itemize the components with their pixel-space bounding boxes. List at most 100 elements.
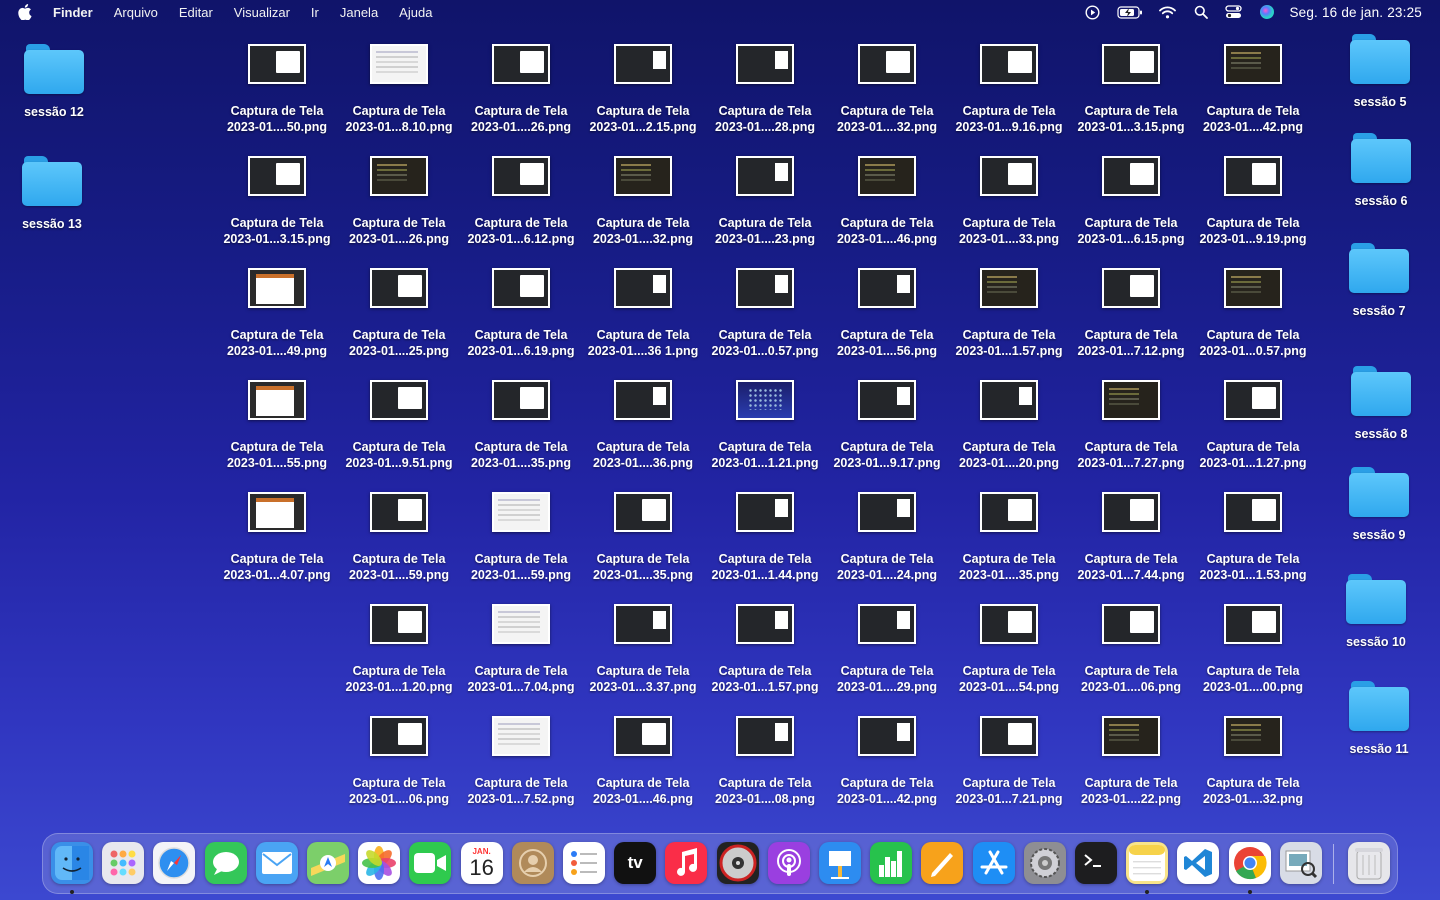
screenshot-file[interactable]: Captura de Tela 2023-01....24.png (826, 492, 948, 583)
screenshot-file[interactable]: Captura de Tela 2023-01....54.png (948, 604, 1070, 695)
screenshot-file[interactable]: Captura de Tela 2023-01....50.png (216, 44, 338, 135)
control-center-icon[interactable] (1225, 4, 1243, 20)
screenshot-file[interactable]: Captura de Tela 2023-01...1.21.png (704, 380, 826, 471)
photos-icon[interactable] (358, 842, 401, 884)
messages-icon[interactable] (204, 842, 247, 884)
screenshot-file[interactable]: Captura de Tela 2023-01....29.png (826, 604, 948, 695)
screenshot-file[interactable]: Captura de Tela 2023-01....33.png (948, 156, 1070, 247)
screenshot-file[interactable]: Captura de Tela 2023-01....26.png (338, 156, 460, 247)
screenshot-file[interactable]: Captura de Tela 2023-01....36.png (582, 380, 704, 471)
mail-icon[interactable] (255, 842, 298, 884)
screenshot-file[interactable]: Captura de Tela 2023-01...1.20.png (338, 604, 460, 695)
apple-menu-icon[interactable] (18, 3, 36, 21)
screenshot-file[interactable]: Captura de Tela 2023-01....22.png (1070, 716, 1192, 807)
menu-ir[interactable]: Ir (311, 5, 319, 20)
app-store-icon[interactable] (972, 842, 1015, 884)
desktop-folder[interactable]: sessão 8 (1331, 366, 1431, 441)
apple-tv-icon[interactable]: tv (614, 842, 657, 884)
menu-bar-clock[interactable]: Seg. 16 de jan. 23:25 (1289, 5, 1422, 20)
screenshot-file[interactable]: Captura de Tela 2023-01...3.15.png (1070, 44, 1192, 135)
screenshot-file[interactable]: Captura de Tela 2023-01....35.png (582, 492, 704, 583)
screenshot-file[interactable]: Captura de Tela 2023-01....42.png (1192, 44, 1314, 135)
screenshot-file[interactable]: Captura de Tela 2023-01...1.27.png (1192, 380, 1314, 471)
numbers-icon[interactable] (870, 842, 913, 884)
chrome-icon[interactable] (1228, 842, 1271, 884)
reminders-icon[interactable] (563, 842, 605, 884)
menu-finder[interactable]: Finder (53, 5, 93, 20)
screenshot-file[interactable]: Captura de Tela 2023-01....08.png (704, 716, 826, 807)
screenshot-file[interactable]: Captura de Tela 2023-01....46.png (826, 156, 948, 247)
screenshot-file[interactable]: Captura de Tela 2023-01...1.44.png (704, 492, 826, 583)
desktop-folder[interactable]: sessão 9 (1329, 467, 1429, 542)
screenshot-file[interactable]: Captura de Tela 2023-01...9.17.png (826, 380, 948, 471)
screenshot-file[interactable]: Captura de Tela 2023-01...6.15.png (1070, 156, 1192, 247)
screenshot-file[interactable]: Captura de Tela 2023-01....32.png (1192, 716, 1314, 807)
screenshot-file[interactable]: Captura de Tela 2023-01...8.10.png (338, 44, 460, 135)
screenshot-file[interactable]: Captura de Tela 2023-01...1.53.png (1192, 492, 1314, 583)
screenshot-file[interactable]: Captura de Tela 2023-01....49.png (216, 268, 338, 359)
screenshot-file[interactable]: Captura de Tela 2023-01....32.png (582, 156, 704, 247)
maps-icon[interactable] (307, 842, 349, 884)
screenshot-file[interactable]: Captura de Tela 2023-01...9.51.png (338, 380, 460, 471)
search-icon[interactable] (1192, 4, 1209, 20)
screenshot-file[interactable]: Captura de Tela 2023-01....32.png (826, 44, 948, 135)
desktop-folder[interactable]: sessão 7 (1329, 243, 1429, 318)
screenshot-file[interactable]: Captura de Tela 2023-01....36 1.png (582, 268, 704, 359)
screenshot-file[interactable]: Captura de Tela 2023-01...9.19.png (1192, 156, 1314, 247)
desktop-folder[interactable]: sessão 10 (1326, 574, 1426, 649)
screenshot-file[interactable]: Captura de Tela 2023-01...2.15.png (582, 44, 704, 135)
screenshot-file[interactable]: Captura de Tela 2023-01....26.png (460, 44, 582, 135)
screenshot-file[interactable]: Captura de Tela 2023-01....23.png (704, 156, 826, 247)
screenshot-file[interactable]: Captura de Tela 2023-01...7.27.png (1070, 380, 1192, 471)
desktop-folder[interactable]: sessão 12 (4, 44, 104, 119)
music-icon[interactable] (665, 842, 708, 884)
notes-icon[interactable] (1126, 842, 1169, 884)
screenshot-file[interactable]: Captura de Tela 2023-01...3.15.png (216, 156, 338, 247)
screenshot-file[interactable]: Captura de Tela 2023-01....20.png (948, 380, 1070, 471)
contacts-icon[interactable] (511, 842, 554, 884)
launchpad-icon[interactable] (102, 842, 145, 884)
preview-icon[interactable] (1279, 842, 1322, 884)
screenshot-file[interactable]: Captura de Tela 2023-01....25.png (338, 268, 460, 359)
desktop-folder[interactable]: sessão 6 (1331, 133, 1431, 208)
screenshot-file[interactable]: Captura de Tela 2023-01...7.04.png (460, 604, 582, 695)
screenshot-file[interactable]: Captura de Tela 2023-01....55.png (216, 380, 338, 471)
dvd-player-icon[interactable] (716, 842, 759, 884)
pages-icon[interactable] (921, 842, 964, 884)
screenshot-file[interactable]: Captura de Tela 2023-01...1.57.png (704, 604, 826, 695)
screenshot-file[interactable]: Captura de Tela 2023-01....59.png (460, 492, 582, 583)
screenshot-file[interactable]: Captura de Tela 2023-01...0.57.png (704, 268, 826, 359)
desktop-folder[interactable]: sessão 5 (1330, 34, 1430, 109)
screenshot-file[interactable]: Captura de Tela 2023-01....35.png (460, 380, 582, 471)
screenshot-file[interactable]: Captura de Tela 2023-01....46.png (582, 716, 704, 807)
terminal-icon[interactable] (1075, 842, 1117, 884)
screenshot-file[interactable]: Captura de Tela 2023-01...4.07.png (216, 492, 338, 583)
desktop-folder[interactable]: sessão 13 (2, 156, 102, 231)
screenshot-file[interactable]: Captura de Tela 2023-01....28.png (704, 44, 826, 135)
facetime-icon[interactable] (409, 842, 452, 884)
menu-ajuda[interactable]: Ajuda (399, 5, 432, 20)
menu-editar[interactable]: Editar (179, 5, 213, 20)
screenshot-file[interactable]: Captura de Tela 2023-01...7.12.png (1070, 268, 1192, 359)
screenshot-file[interactable]: Captura de Tela 2023-01....06.png (1070, 604, 1192, 695)
screenshot-file[interactable]: Captura de Tela 2023-01....06.png (338, 716, 460, 807)
podcasts-icon[interactable] (767, 842, 810, 884)
screenshot-file[interactable]: Captura de Tela 2023-01...6.19.png (460, 268, 582, 359)
play-circle-icon[interactable] (1084, 4, 1101, 20)
screenshot-file[interactable]: Captura de Tela 2023-01...7.44.png (1070, 492, 1192, 583)
screenshot-file[interactable]: Captura de Tela 2023-01...6.12.png (460, 156, 582, 247)
menu-arquivo[interactable]: Arquivo (114, 5, 158, 20)
keynote-icon[interactable] (819, 842, 861, 884)
screenshot-file[interactable]: Captura de Tela 2023-01....35.png (948, 492, 1070, 583)
screenshot-file[interactable]: Captura de Tela 2023-01....59.png (338, 492, 460, 583)
screenshot-file[interactable]: Captura de Tela 2023-01....00.png (1192, 604, 1314, 695)
screenshot-file[interactable]: Captura de Tela 2023-01....42.png (826, 716, 948, 807)
menu-janela[interactable]: Janela (340, 5, 378, 20)
screenshot-file[interactable]: Captura de Tela 2023-01...9.16.png (948, 44, 1070, 135)
desktop-folder[interactable]: sessão 11 (1329, 681, 1429, 756)
vscode-icon[interactable] (1177, 842, 1220, 884)
wifi-icon[interactable] (1159, 4, 1177, 20)
screenshot-file[interactable]: Captura de Tela 2023-01....56.png (826, 268, 948, 359)
screenshot-file[interactable]: Captura de Tela 2023-01...7.21.png (948, 716, 1070, 807)
calendar-icon[interactable]: JAN. 16 (460, 842, 503, 884)
